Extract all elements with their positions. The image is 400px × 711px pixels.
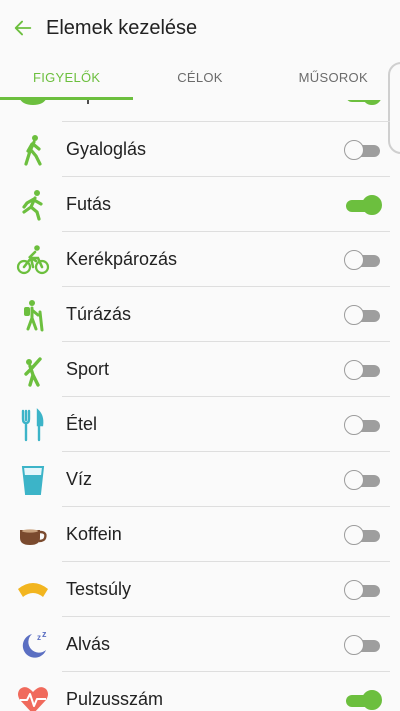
tracker-toggle[interactable]: [344, 359, 382, 381]
tracker-row[interactable]: Kerékpározás: [0, 232, 400, 287]
tracker-label: Lépések: [66, 100, 344, 105]
heart-rate-icon: [16, 683, 50, 711]
sleep-icon: zz: [16, 628, 50, 662]
toggle-knob: [344, 139, 364, 160]
tracker-toggle[interactable]: [344, 304, 382, 326]
tracker-row[interactable]: z z Alvás: [0, 617, 400, 672]
tracker-label: Víz: [66, 469, 93, 489]
sport-icon: [16, 353, 50, 387]
toggle-knob: [362, 689, 382, 710]
tracker-row[interactable]: Étel: [0, 397, 400, 452]
tracker-label: Koffein: [66, 524, 122, 544]
tracker-toggle[interactable]: [344, 139, 382, 161]
tracker-label: Pulzusszám: [66, 689, 164, 709]
tracker-toggle[interactable]: [344, 469, 382, 491]
toggle-knob: [344, 249, 364, 270]
walking-icon: [16, 133, 50, 167]
tracker-label: Gyaloglás: [66, 139, 147, 159]
tracker-toggle[interactable]: [344, 414, 382, 436]
app-header: Elemek kezelése: [0, 0, 400, 56]
coffee-icon: [16, 518, 50, 552]
tracker-row[interactable]: Koffein: [0, 507, 400, 562]
running-icon: [16, 188, 50, 222]
tracker-label: Kerékpározás: [66, 249, 178, 269]
tracker-toggle[interactable]: [344, 194, 382, 216]
tracker-list: Lépések Gyaloglás Futás Kerékpározás Túrázás…: [0, 100, 400, 711]
tracker-toggle[interactable]: [344, 634, 382, 656]
tracker-row[interactable]: Víz: [0, 452, 400, 507]
tab-bar: FIGYELŐK CÉLOK MŰSOROK: [0, 58, 400, 100]
tracker-label: Étel: [66, 414, 98, 434]
tracker-row[interactable]: Túrázás: [0, 287, 400, 342]
tracker-label: Testsúly: [66, 579, 132, 599]
tracker-row[interactable]: Futás: [0, 177, 400, 232]
tracker-label: Alvás: [66, 634, 111, 654]
toggle-knob: [362, 100, 382, 105]
food-icon: [16, 407, 50, 442]
tracker-row[interactable]: Sport: [0, 342, 400, 397]
svg-text:z: z: [42, 629, 47, 639]
toggle-knob: [344, 359, 364, 380]
tracker-row[interactable]: Pulzusszám: [0, 672, 400, 711]
toggle-knob: [344, 579, 364, 600]
water-icon: [16, 463, 50, 497]
steps-icon: [16, 100, 50, 112]
tracker-row[interactable]: Gyaloglás: [0, 122, 400, 177]
toggle-knob: [344, 524, 364, 545]
tracker-label: Túrázás: [66, 304, 132, 324]
toggle-knob: [344, 414, 364, 435]
tab-musorok[interactable]: MŰSOROK: [267, 58, 400, 100]
toggle-knob: [344, 469, 364, 490]
tracker-row[interactable]: Lépések: [0, 100, 400, 122]
tracker-toggle[interactable]: [344, 524, 382, 546]
page-title: Elemek kezelése: [46, 16, 198, 39]
toggle-knob: [344, 634, 364, 655]
svg-text:z: z: [37, 633, 41, 642]
toggle-knob: [344, 304, 364, 325]
tab-celok[interactable]: CÉLOK: [133, 58, 266, 100]
weight-icon: [16, 573, 50, 607]
tracker-toggle[interactable]: [344, 579, 382, 601]
cycling-icon: [16, 243, 50, 277]
tracker-toggle[interactable]: [344, 689, 382, 711]
tracker-row[interactable]: Testsúly: [0, 562, 400, 617]
tab-figyelok[interactable]: FIGYELŐK: [0, 58, 134, 100]
back-arrow-icon[interactable]: [12, 17, 34, 39]
tracker-label: Futás: [66, 194, 112, 214]
hiking-icon: [16, 298, 50, 332]
tracker-label: Sport: [66, 359, 110, 379]
toggle-knob: [362, 194, 382, 215]
tracker-toggle[interactable]: [344, 249, 382, 271]
tracker-toggle[interactable]: [344, 100, 382, 106]
